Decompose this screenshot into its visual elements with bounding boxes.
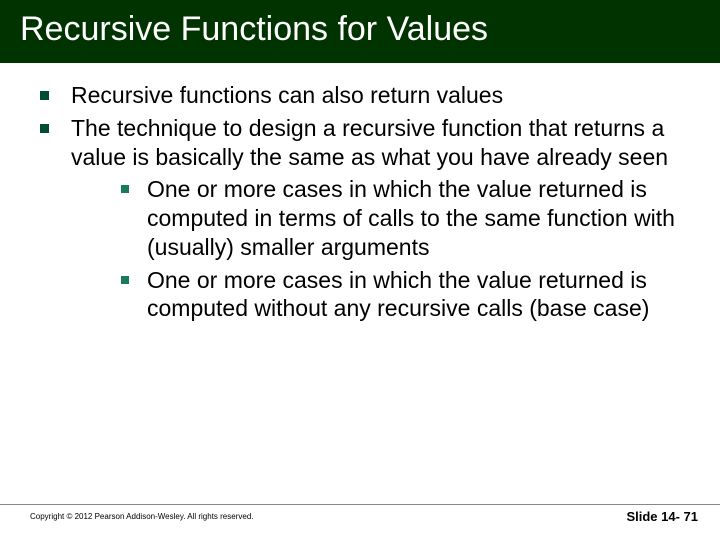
bullet-level2: One or more cases in which the value ret…	[111, 175, 690, 261]
square-bullet-icon	[121, 276, 129, 284]
bullet-level2: One or more cases in which the value ret…	[111, 266, 690, 324]
bullet-text: Recursive functions can also return valu…	[71, 81, 690, 110]
square-bullet-icon	[40, 91, 49, 100]
square-bullet-icon	[40, 124, 49, 133]
bullet-text: The technique to design a recursive func…	[71, 114, 690, 323]
copyright-text: Copyright © 2012 Pearson Addison-Wesley.…	[30, 512, 254, 521]
slide-body: Recursive functions can also return valu…	[0, 63, 720, 540]
square-bullet-icon	[121, 185, 129, 193]
bullet-level1: The technique to design a recursive func…	[30, 114, 690, 323]
slide-title: Recursive Functions for Values	[20, 10, 700, 49]
bullet-text: One or more cases in which the value ret…	[147, 266, 690, 324]
slide: Recursive Functions for Values Recursive…	[0, 0, 720, 540]
bullet-level1: Recursive functions can also return valu…	[30, 81, 690, 110]
slide-number: Slide 14- 71	[626, 509, 698, 524]
bullet-text: One or more cases in which the value ret…	[147, 175, 690, 261]
title-band: Recursive Functions for Values	[0, 0, 720, 63]
slide-footer: Copyright © 2012 Pearson Addison-Wesley.…	[0, 504, 720, 528]
bullet-text-span: The technique to design a recursive func…	[71, 115, 668, 170]
